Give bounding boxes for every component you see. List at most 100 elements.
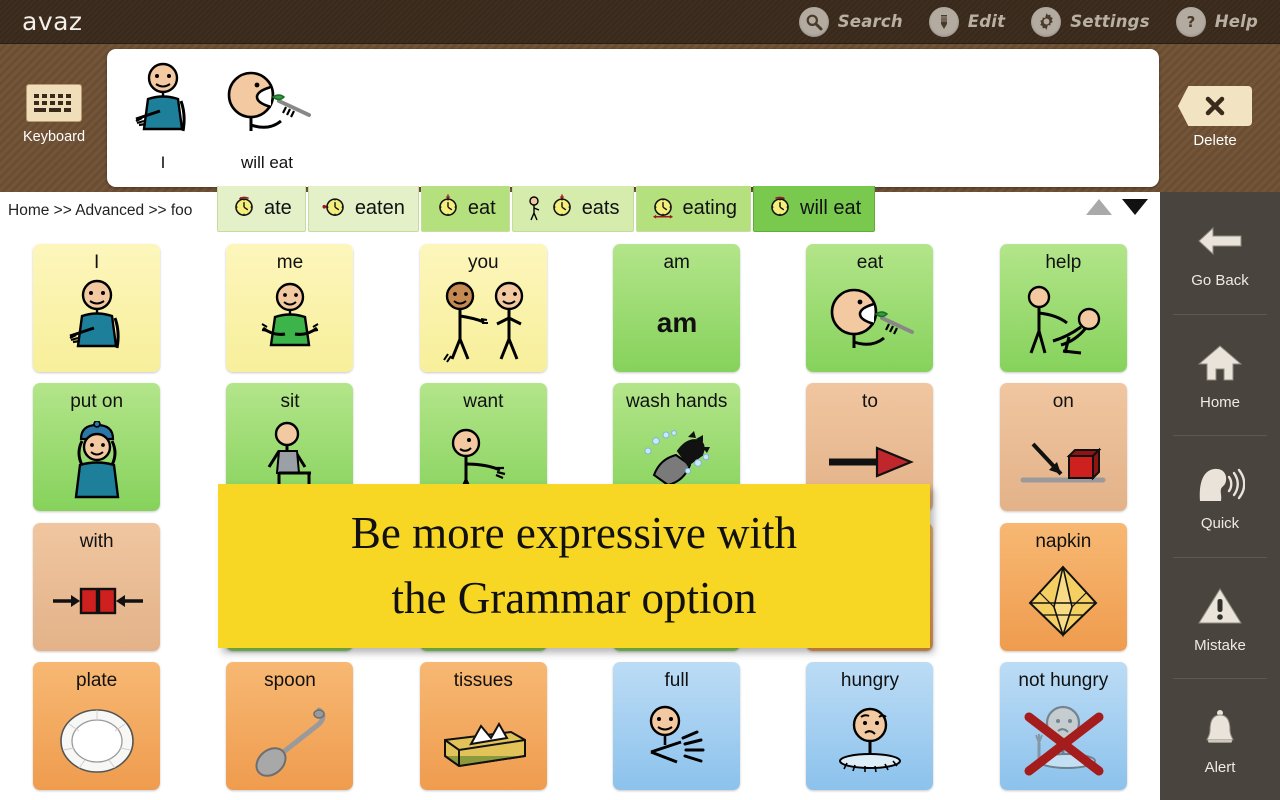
grid-scroll-arrows (1086, 199, 1148, 215)
keyboard-icon (26, 84, 82, 122)
svg-text:am: am (656, 307, 696, 338)
symbol-cell-label: on (1052, 391, 1074, 413)
tense-option-label: will eat (800, 197, 862, 219)
top-menu: Search Edit Settings? Help (798, 6, 1280, 37)
topbar-item-label: Search (837, 12, 903, 31)
breadcrumb[interactable]: Home >> Advanced >> foo (8, 202, 218, 220)
person-pointing-self-icon (33, 273, 160, 372)
topbar-item-edit[interactable]: Edit (928, 6, 1005, 37)
two-people-pointing-icon (420, 273, 547, 372)
grid-cell-slot: tissues (387, 657, 580, 797)
person-hungry-icon (806, 691, 933, 790)
tense-option-eat[interactable]: eat (420, 186, 510, 232)
symbol-cell-tissues[interactable]: tissues (419, 662, 547, 791)
topbar-item-search[interactable]: Search (798, 6, 903, 37)
symbol-cell-eat[interactable]: eat (806, 243, 934, 372)
plate-icon (33, 691, 160, 790)
sidebar-item-home[interactable]: Home (1160, 313, 1280, 436)
symbol-cell-I[interactable]: I (33, 243, 161, 372)
sentence-item[interactable]: will eat (215, 55, 319, 173)
arrow-left-icon (1196, 216, 1244, 266)
symbol-cell-me[interactable]: me (226, 243, 354, 372)
person-helping-icon (1000, 273, 1127, 372)
symbol-cell-label: help (1045, 251, 1082, 273)
sidebar-item-mistake[interactable]: Mistake (1160, 556, 1280, 679)
grammar-tooltip-banner[interactable]: Be more expressive with the Grammar opti… (218, 484, 930, 648)
tooltip-line-2: the Grammar option (391, 573, 757, 623)
symbol-cell-napkin[interactable]: napkin (999, 522, 1127, 651)
tense-option-eaten[interactable]: eaten (307, 186, 419, 232)
sidebar-item-label: Mistake (1194, 637, 1246, 655)
person-eating-fork-icon (215, 59, 319, 151)
topbar-item-help[interactable]: ? Help (1175, 6, 1258, 37)
symbol-cell-label: you (467, 251, 499, 273)
symbol-cell-label: eat (856, 251, 884, 273)
symbol-cell-label: napkin (1035, 530, 1092, 552)
grid-cell-slot: not hungry (967, 657, 1160, 797)
grid-cell-slot: you (387, 238, 580, 378)
symbol-cell-not-hungry[interactable]: not hungry (999, 662, 1127, 791)
keyboard-button[interactable]: Keyboard (14, 84, 94, 145)
sentence-item-label: I (160, 153, 166, 172)
sentence-bar[interactable]: Iwill eat (107, 49, 1159, 187)
symbol-cell-full[interactable]: full (613, 662, 741, 791)
sentence-item[interactable]: I (111, 55, 215, 173)
grid-cell-slot: help (967, 238, 1160, 378)
symbol-cell-you[interactable]: you (419, 243, 547, 372)
pencil-icon (928, 6, 959, 37)
house-icon (1198, 338, 1242, 388)
grid-cell-slot: hungry (773, 657, 966, 797)
person-putting-on-hat-icon (33, 412, 160, 511)
sidebar-item-label: Quick (1200, 515, 1240, 533)
word-am-icon: am (613, 273, 740, 372)
symbol-cell-label: I (94, 251, 100, 273)
grid-cell-slot: put on (0, 378, 193, 518)
symbol-cell-with[interactable]: with (33, 522, 161, 651)
tiny-person-icon (528, 195, 539, 220)
triangle-up-icon[interactable] (1086, 199, 1112, 215)
delete-label: Delete (1193, 132, 1237, 149)
sidebar-item-go-back[interactable]: Go Back (1160, 192, 1280, 314)
symbol-cell-put-on[interactable]: put on (33, 383, 161, 512)
grid-cell-slot: napkin (967, 517, 1160, 657)
person-eating-fork-icon (806, 273, 933, 372)
symbol-cell-plate[interactable]: plate (33, 662, 161, 791)
right-sidebar: Go Back Home Quick Mistake Alert (1160, 192, 1280, 800)
clock-present-icon (435, 193, 461, 224)
sidebar-item-alert[interactable]: Alert (1160, 678, 1280, 800)
symbol-cell-label: tissues (453, 670, 513, 692)
tense-option-eats[interactable]: eats (511, 186, 634, 232)
question-mark-icon: ? (1175, 6, 1206, 37)
symbol-cell-am[interactable]: am am (613, 243, 741, 372)
tense-option-eating[interactable]: eating (635, 186, 751, 232)
symbol-cell-help[interactable]: help (999, 243, 1127, 372)
sidebar-item-label: Go Back (1191, 272, 1249, 290)
topbar-item-label: Help (1214, 12, 1258, 31)
symbol-cell-label: spoon (264, 670, 316, 692)
symbol-cell-on[interactable]: on (999, 383, 1127, 512)
person-not-hungry-icon (1000, 691, 1127, 790)
symbol-cell-label: not hungry (1018, 670, 1109, 692)
symbol-cell-hungry[interactable]: hungry (806, 662, 934, 791)
keyboard-label: Keyboard (22, 129, 86, 145)
sidebar-item-label: Alert (1204, 758, 1236, 776)
bell-icon (1200, 703, 1240, 753)
person-green-shirt-icon (226, 273, 353, 372)
sidebar-item-label: Home (1199, 393, 1240, 411)
tense-option-will-eat[interactable]: will eat (753, 186, 876, 232)
delete-button[interactable]: Delete (1160, 86, 1270, 149)
triangle-down-icon[interactable] (1122, 199, 1148, 215)
sidebar-item-quick[interactable]: Quick (1160, 435, 1280, 557)
spoon-icon (226, 691, 353, 790)
symbol-cell-spoon[interactable]: spoon (226, 662, 354, 791)
warning-triangle-icon (1197, 581, 1243, 631)
clock-future-icon (767, 193, 793, 224)
tense-option-label: eat (467, 197, 496, 219)
tense-option-label: eating (682, 197, 738, 219)
two-blocks-together-icon (33, 552, 160, 651)
tense-option-label: eaten (354, 197, 405, 219)
tissue-box-icon (420, 691, 547, 790)
topbar-item-settings[interactable]: Settings (1031, 6, 1150, 37)
grid-cell-slot: on (967, 378, 1160, 518)
tense-option-ate[interactable]: ate (217, 186, 306, 232)
